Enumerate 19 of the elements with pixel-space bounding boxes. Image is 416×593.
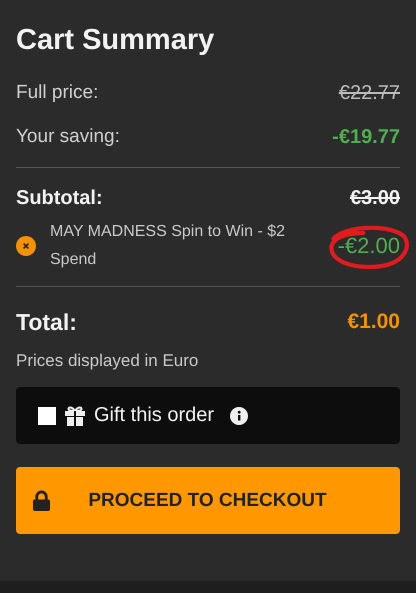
price-value: -€19.77 (332, 126, 400, 148)
subtotal-label: Subtotal: (16, 186, 103, 210)
gift-icon (64, 404, 86, 426)
discount-value: -€2.00 (338, 233, 400, 258)
lock-icon (32, 490, 51, 511)
subtotal-value: €3.00 (350, 186, 400, 210)
price-label: Full price: (16, 82, 98, 104)
price-label: Your saving: (16, 126, 120, 148)
remove-icon[interactable] (16, 236, 36, 256)
checkbox[interactable] (38, 406, 56, 424)
price-value: €22.77 (338, 82, 400, 104)
info-icon[interactable] (230, 406, 248, 424)
gift-label: Gift this order (94, 404, 214, 427)
total-value: €1.00 (347, 310, 400, 334)
checkout-button[interactable]: PROCEED TO CHECKOUT (16, 467, 400, 534)
total-label: Total: (16, 308, 77, 336)
cart-title: Cart Summary (16, 24, 216, 57)
currency-note: Prices displayed in Euro (16, 351, 200, 371)
discount-name: MAY MADNESS Spin to Win - $2 Spend (50, 222, 286, 270)
